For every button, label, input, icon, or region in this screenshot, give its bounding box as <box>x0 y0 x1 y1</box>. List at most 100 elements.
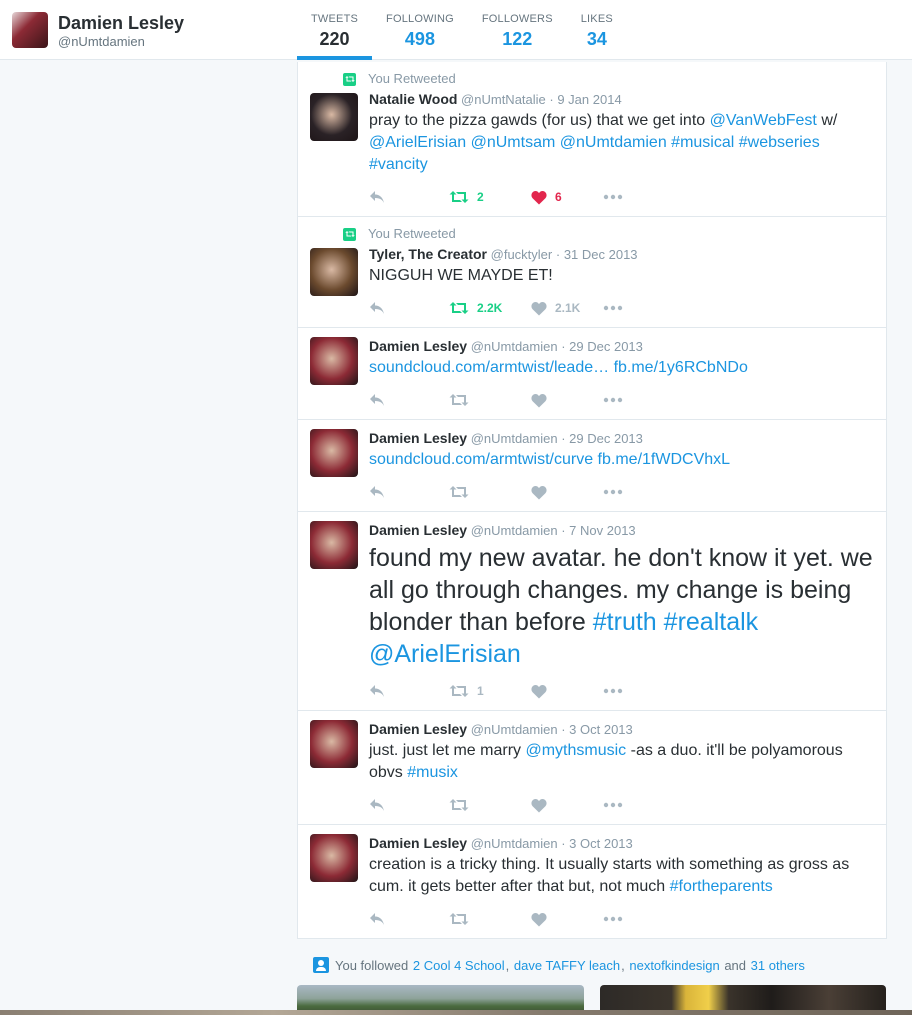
tweet-timestamp[interactable]: 31 Dec 2013 <box>564 247 638 262</box>
tweet-timestamp[interactable]: 9 Jan 2014 <box>557 92 621 107</box>
tweet-link[interactable]: @ArielErisian <box>369 640 521 668</box>
tweet[interactable]: Damien Lesley @nUmtdamien · 3 Oct 2013 ju… <box>298 711 886 825</box>
tweet-link[interactable]: fb.me/1y6RCbNDo <box>614 359 748 376</box>
avatar[interactable] <box>310 521 358 569</box>
tweet-author-name[interactable]: Damien Lesley <box>369 338 467 354</box>
retweet-button[interactable]: 2 <box>449 190 531 204</box>
reply-button[interactable] <box>369 301 449 315</box>
stat-label: TWEETS <box>311 13 359 25</box>
tweet[interactable]: Damien Lesley @nUmtdamien · 29 Dec 2013 s… <box>298 328 886 420</box>
retweet-button[interactable] <box>449 798 531 812</box>
stat-followers[interactable]: FOLLOWERS 122 <box>468 0 567 60</box>
like-button[interactable] <box>531 912 603 927</box>
more-button[interactable] <box>603 916 633 922</box>
tweet[interactable]: Damien Lesley @nUmtdamien · 3 Oct 2013 cr… <box>298 825 886 938</box>
tweet-link[interactable]: @nUmtsam <box>471 134 556 151</box>
tweet-author-name[interactable]: Tyler, The Creator <box>369 246 487 262</box>
like-button[interactable]: 2.1K <box>531 301 603 316</box>
tweet-author-name[interactable]: Natalie Wood <box>369 91 457 107</box>
tweet-author-name[interactable]: Damien Lesley <box>369 835 467 851</box>
like-button[interactable] <box>531 485 603 500</box>
avatar[interactable] <box>310 93 358 141</box>
tweet[interactable]: You Retweeted Natalie Wood @nUmtNatalie ·… <box>298 62 886 217</box>
stat-value: 220 <box>319 29 350 49</box>
tweet-link[interactable]: @ArielErisian <box>369 134 466 151</box>
tweet-timestamp[interactable]: 3 Oct 2013 <box>569 836 633 851</box>
retweet-button[interactable]: 2.2K <box>449 301 531 315</box>
tweet-link[interactable]: @mythsmusic <box>525 742 626 759</box>
avatar[interactable] <box>12 12 48 48</box>
tweet-timestamp[interactable]: 29 Dec 2013 <box>569 431 643 446</box>
more-button[interactable] <box>603 688 633 694</box>
avatar[interactable] <box>310 248 358 296</box>
tweet-timestamp[interactable]: 29 Dec 2013 <box>569 339 643 354</box>
tweet-author-name[interactable]: Damien Lesley <box>369 430 467 446</box>
retweet-button[interactable] <box>449 393 531 407</box>
tweet-link[interactable]: #musical <box>671 134 734 151</box>
tweet-author-name[interactable]: Damien Lesley <box>369 721 467 737</box>
followed-user-link[interactable]: nextofkindesign <box>629 958 719 973</box>
profile-mini[interactable]: Damien Lesley @nUmtdamien <box>12 12 184 50</box>
reply-button[interactable] <box>369 190 449 204</box>
avatar[interactable] <box>310 834 358 882</box>
tweet-link[interactable]: #fortheparents <box>670 878 773 895</box>
tweet-link[interactable]: soundcloud.com/armtwist/leade… <box>369 359 609 376</box>
more-button[interactable] <box>603 305 633 311</box>
tweet-timeline: You Retweeted Natalie Wood @nUmtNatalie ·… <box>297 62 887 939</box>
tweet-author-handle[interactable]: @nUmtdamien <box>471 836 558 851</box>
tweet-timestamp[interactable]: 7 Nov 2013 <box>569 523 636 538</box>
tweet-link[interactable]: #webseries <box>739 134 820 151</box>
tweet-author-handle[interactable]: @nUmtdamien <box>471 722 558 737</box>
tweet-author-handle[interactable]: @nUmtdamien <box>471 431 558 446</box>
tweet-author-handle[interactable]: @fucktyler <box>491 247 553 262</box>
followed-others-link[interactable]: 31 others <box>751 958 805 973</box>
avatar[interactable] <box>310 337 358 385</box>
stat-following[interactable]: FOLLOWING 498 <box>372 0 468 60</box>
followed-user-link[interactable]: dave TAFFY leach <box>514 958 620 973</box>
more-button[interactable] <box>603 397 633 403</box>
reply-button[interactable] <box>369 798 449 812</box>
tweet-link[interactable]: fb.me/1fWDCVhxL <box>598 451 730 468</box>
profile-name[interactable]: Damien Lesley <box>58 13 184 33</box>
like-button[interactable]: 6 <box>531 190 603 205</box>
more-button[interactable] <box>603 194 633 200</box>
tweet-author-handle[interactable]: @nUmtdamien <box>471 523 558 538</box>
tweet-header: Tyler, The Creator @fucktyler · 31 Dec 2… <box>369 245 874 264</box>
avatar[interactable] <box>310 720 358 768</box>
tweet-link[interactable]: #realtalk <box>664 608 759 636</box>
reply-button[interactable] <box>369 684 449 698</box>
stat-likes[interactable]: LIKES 34 <box>567 0 627 60</box>
tweet-text: creation is a tricky thing. It usually s… <box>369 854 874 898</box>
tweet-author-handle[interactable]: @nUmtdamien <box>471 339 558 354</box>
followed-user-link[interactable]: 2 Cool 4 School <box>413 958 505 973</box>
reply-button[interactable] <box>369 912 449 926</box>
retweet-context-icon <box>343 227 356 241</box>
tweet[interactable]: Damien Lesley @nUmtdamien · 29 Dec 2013 s… <box>298 420 886 512</box>
reply-button[interactable] <box>369 393 449 407</box>
like-button[interactable] <box>531 393 603 408</box>
more-button[interactable] <box>603 489 633 495</box>
like-button[interactable] <box>531 684 603 699</box>
tweet-link[interactable]: @VanWebFest <box>710 112 817 129</box>
reply-button[interactable] <box>369 485 449 499</box>
avatar[interactable] <box>310 429 358 477</box>
more-button[interactable] <box>603 802 633 808</box>
tweet[interactable]: Damien Lesley @nUmtdamien · 7 Nov 2013 fo… <box>298 512 886 711</box>
tweet-header: Damien Lesley @nUmtdamien · 3 Oct 2013 <box>369 720 874 739</box>
like-button[interactable] <box>531 798 603 813</box>
tweet-link[interactable]: #vancity <box>369 156 428 173</box>
tweet-text-segment: pray to the pizza gawds (for us) that we… <box>369 112 710 129</box>
tweet-link[interactable]: #truth <box>593 608 657 636</box>
tweet-timestamp[interactable]: 3 Oct 2013 <box>569 722 633 737</box>
stat-tweets[interactable]: TWEETS 220 <box>297 0 373 60</box>
retweet-button[interactable] <box>449 912 531 926</box>
retweet-button[interactable] <box>449 485 531 499</box>
tweet-link[interactable]: @nUmtdamien <box>560 134 667 151</box>
tweet[interactable]: You Retweeted Tyler, The Creator @fucktyl… <box>298 217 886 328</box>
tweet-author-handle[interactable]: @nUmtNatalie <box>461 92 546 107</box>
tweet-author-name[interactable]: Damien Lesley <box>369 522 467 538</box>
tweet-link[interactable]: #musix <box>407 764 458 781</box>
retweet-button[interactable]: 1 <box>449 684 531 698</box>
tweet-link[interactable]: soundcloud.com/armtwist/curve <box>369 451 593 468</box>
retweet-context-icon <box>343 72 356 86</box>
